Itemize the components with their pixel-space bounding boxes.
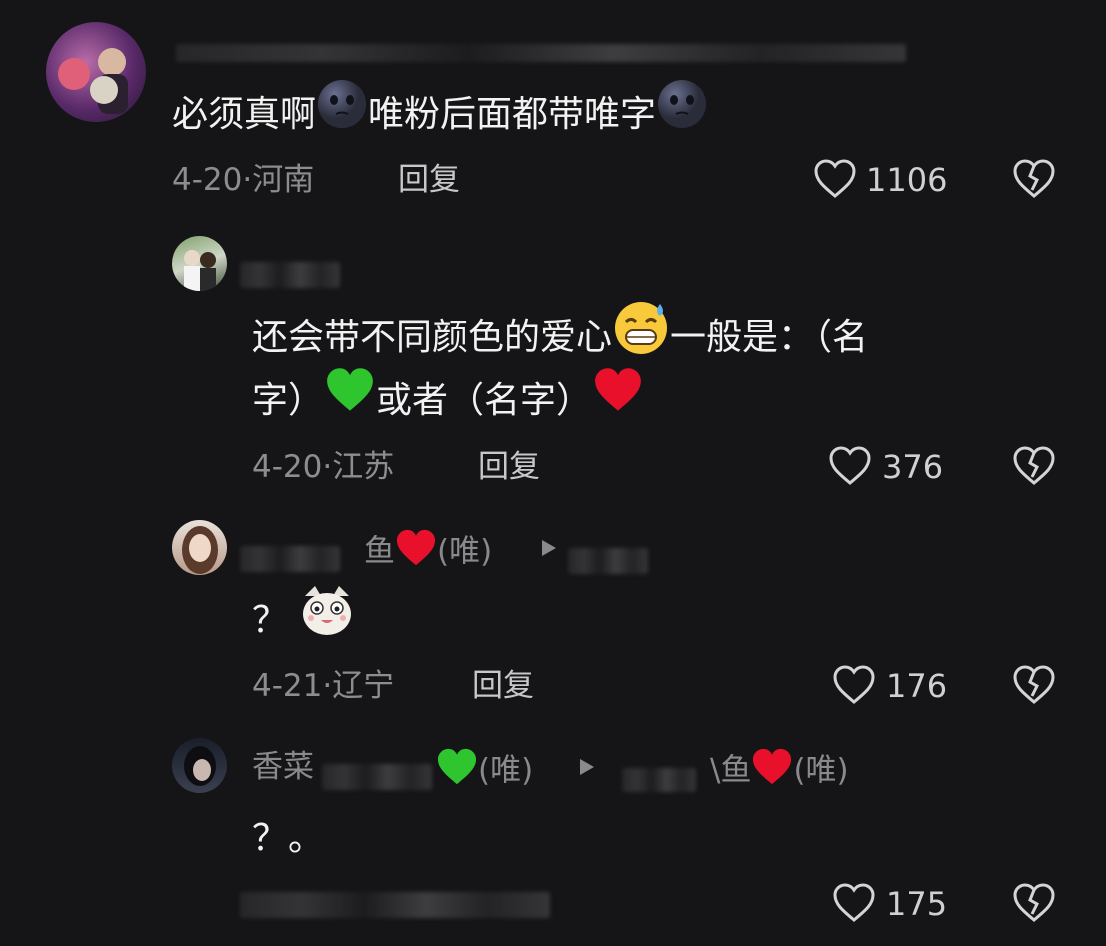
broken-heart-icon[interactable] <box>1012 158 1056 200</box>
reply-button[interactable]: 回复 <box>398 160 460 200</box>
moon-face-icon <box>316 78 368 154</box>
reply-button[interactable]: 回复 <box>478 447 540 487</box>
broken-heart-icon[interactable] <box>1012 882 1056 924</box>
reply-target-redacted[interactable] <box>568 548 648 574</box>
red-heart-icon <box>751 747 793 797</box>
moon-face-icon <box>656 78 708 154</box>
like-count: 175 <box>886 885 948 923</box>
green-heart-icon <box>436 747 478 797</box>
like-count: 176 <box>886 667 948 705</box>
heart-outline-icon[interactable] <box>813 158 857 200</box>
comment-text: 必须真啊 唯粉后面都带唯字 <box>172 78 708 154</box>
username-redacted[interactable] <box>322 764 432 790</box>
avatar[interactable] <box>172 738 227 793</box>
heart-outline-icon[interactable] <box>832 664 876 706</box>
reply-target-redacted[interactable] <box>622 768 696 792</box>
reply-button[interactable]: 回复 <box>472 666 534 706</box>
avatar[interactable] <box>46 22 146 122</box>
play-triangle-icon <box>540 538 558 558</box>
red-heart-icon <box>395 528 437 578</box>
red-heart-icon <box>592 366 644 438</box>
avatar[interactable] <box>172 520 227 575</box>
broken-heart-icon[interactable] <box>1012 445 1056 487</box>
comment-text-line2: 字） 或者（名字） <box>252 366 644 438</box>
cat-face-icon <box>299 582 355 662</box>
heart-outline-icon[interactable] <box>832 882 876 924</box>
play-triangle-icon <box>578 757 596 777</box>
comment-text: ？ <box>252 582 355 662</box>
comment-meta: 4-21·辽宁 <box>252 668 395 704</box>
like-count: 376 <box>882 448 944 486</box>
username-redacted[interactable] <box>176 44 906 62</box>
broken-heart-icon[interactable] <box>1012 664 1056 706</box>
reply-username[interactable]: 鱼 (唯) <box>364 528 492 578</box>
comment-meta: 4-20·河南 <box>172 162 315 198</box>
reply-username[interactable]: 香菜 <box>252 747 314 787</box>
comment-text: ？。 <box>252 818 325 859</box>
reply-username-tag: (唯) <box>436 747 533 797</box>
comment-meta-redacted <box>240 892 550 918</box>
heart-outline-icon[interactable] <box>828 445 872 487</box>
green-heart-icon <box>324 366 376 438</box>
username-redacted[interactable] <box>240 546 340 572</box>
comment-meta: 4-20·江苏 <box>252 449 395 485</box>
reply-target-username[interactable]: \鱼 (唯) <box>710 747 849 797</box>
like-count: 1106 <box>866 161 948 199</box>
username-redacted[interactable] <box>240 262 340 288</box>
avatar[interactable] <box>172 236 227 291</box>
